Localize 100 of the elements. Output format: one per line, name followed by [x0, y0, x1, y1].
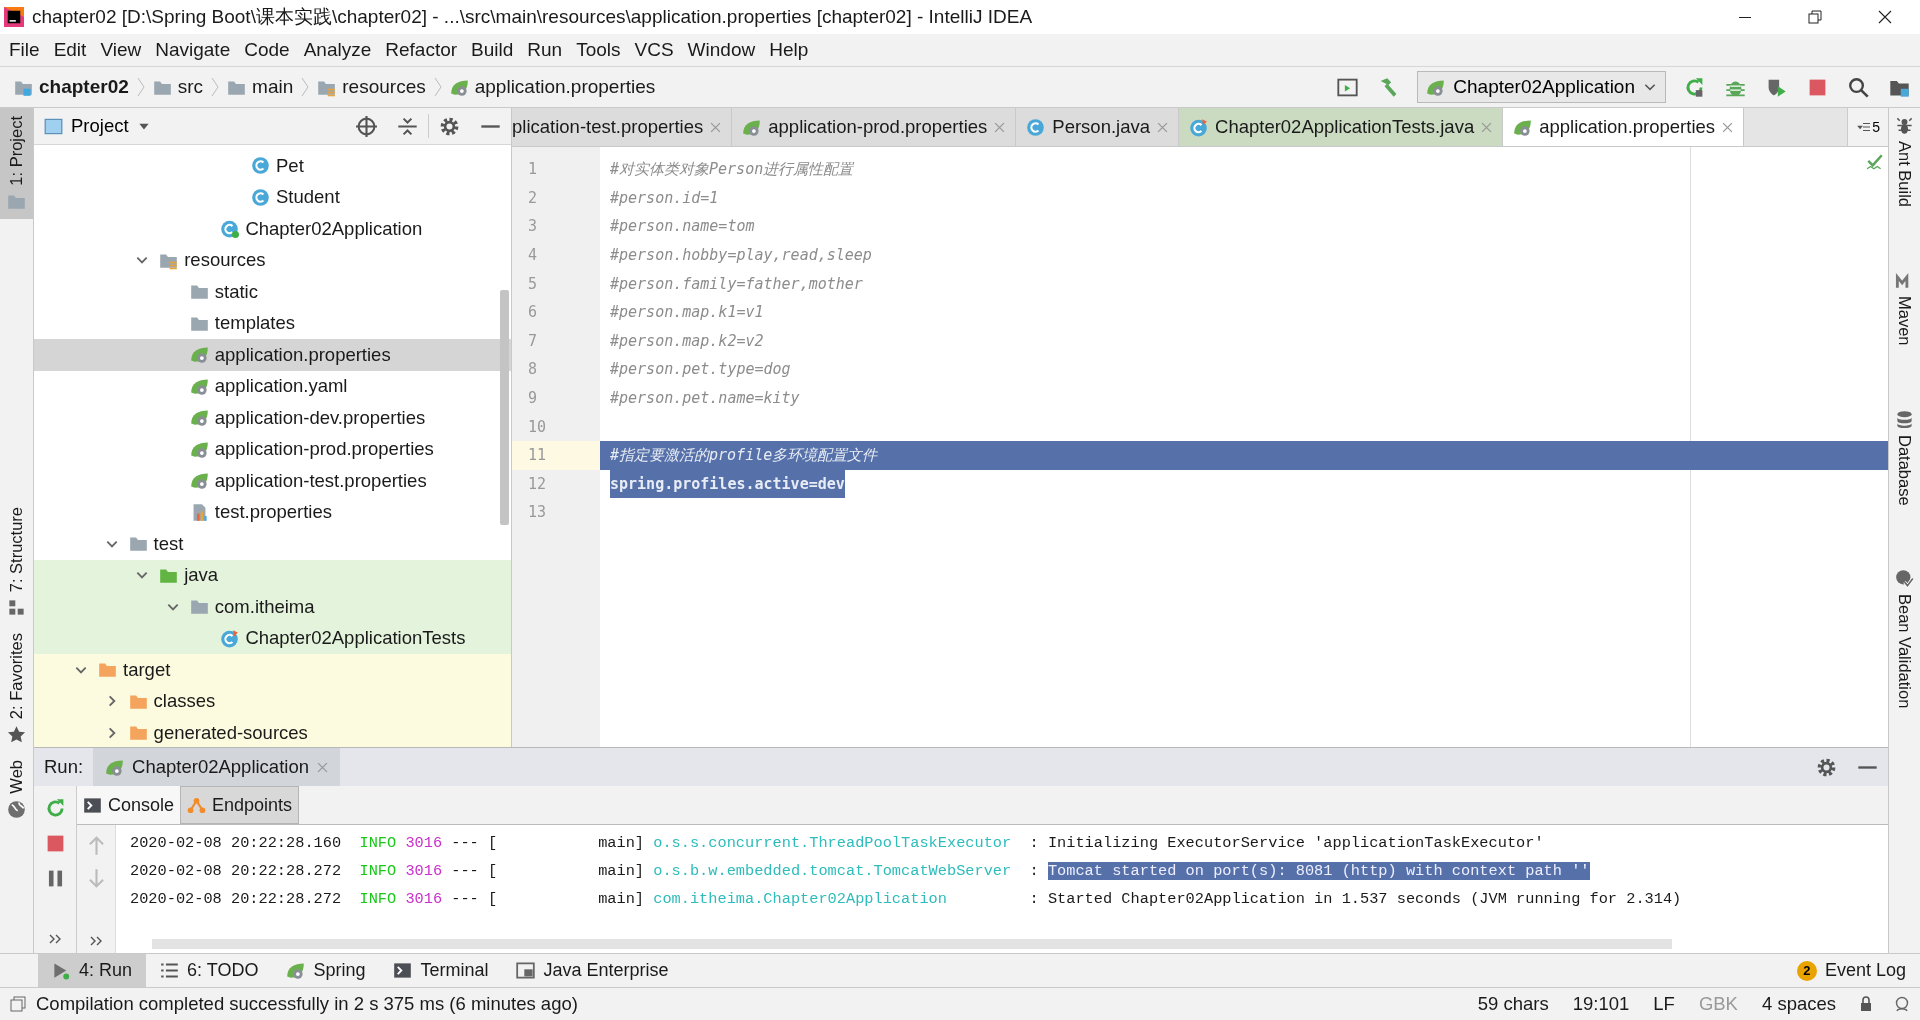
structure-icon: [7, 598, 26, 617]
menu-item[interactable]: View: [95, 39, 151, 61]
tree-item[interactable]: templates: [34, 307, 511, 339]
editor-tab[interactable]: application.properties: [1503, 108, 1745, 146]
project-view-dropdown[interactable]: Project: [34, 115, 161, 137]
tree-item[interactable]: application.yaml: [34, 370, 511, 402]
tool-window-tab[interactable]: 6: TODO: [146, 954, 273, 987]
tool-window-tab[interactable]: 7: Structure: [0, 498, 33, 625]
menu-item[interactable]: Run: [522, 39, 572, 61]
log-process-id: 3016: [405, 890, 443, 908]
breadcrumb[interactable]: resources: [317, 76, 426, 98]
tree-item[interactable]: test: [34, 528, 511, 560]
log-logger: com.itheima.Chapter02Application: [653, 890, 948, 908]
log-process-id: 3016: [405, 862, 443, 880]
run-configuration-dropdown[interactable]: Chapter02Application: [1417, 71, 1666, 103]
class-icon: [251, 187, 270, 207]
tree-item[interactable]: com.itheima: [34, 591, 511, 623]
editor-tab[interactable]: Chapter02ApplicationTests.java: [1179, 108, 1504, 146]
spring-leaf-icon: [189, 471, 209, 491]
console-tab[interactable]: Endpoints: [180, 786, 300, 824]
class-icon: [220, 219, 240, 239]
tool-window-tab[interactable]: Terminal: [379, 954, 503, 987]
run-tab[interactable]: Chapter02Application: [93, 748, 340, 786]
tool-window-tab[interactable]: 4: Run: [38, 954, 147, 987]
menu-item[interactable]: Build: [466, 39, 523, 61]
rerun-icon[interactable]: [44, 798, 66, 819]
tool-window-tab[interactable]: Ant Build: [1889, 108, 1920, 216]
tool-window-tab[interactable]: Bean Validation: [1889, 561, 1920, 717]
menu-item[interactable]: Refactor: [380, 39, 467, 61]
tool-window-tab[interactable]: 1: Project: [0, 108, 33, 219]
breadcrumb[interactable]: application.properties: [449, 76, 656, 98]
tree-item[interactable]: resources: [34, 244, 511, 276]
panel-title: Run:: [43, 756, 85, 778]
menu-item[interactable]: Navigate: [150, 39, 240, 61]
breadcrumb[interactable]: src: [152, 76, 204, 98]
tool-window-tab[interactable]: Maven: [1889, 263, 1920, 354]
tool-window-tab[interactable]: Java Enterprise: [502, 954, 683, 987]
tree-item[interactable]: Chapter02ApplicationTests: [34, 622, 511, 654]
log-timestamp: 2020-02-08 20:22:28.272: [130, 890, 342, 908]
tool-window-tab[interactable]: Web: [0, 752, 33, 827]
editor-tab[interactable]: application-prod.properties: [732, 108, 1017, 146]
tool-window-tab[interactable]: Database: [1889, 401, 1920, 514]
tree-item[interactable]: test.properties: [34, 496, 511, 528]
status-item[interactable]: 59 chars: [1465, 993, 1561, 1015]
menu-item[interactable]: VCS: [629, 39, 683, 61]
collapse-all-icon[interactable]: [397, 115, 418, 137]
settings-icon[interactable]: [1816, 756, 1837, 778]
code-comment: #person.name=tom: [610, 216, 755, 238]
settings-icon[interactable]: [439, 115, 460, 137]
breadcrumb[interactable]: chapter02: [14, 76, 129, 98]
locate-icon[interactable]: [356, 115, 377, 137]
tree-item[interactable]: application-prod.properties: [34, 433, 511, 465]
lock-icon[interactable]: [1858, 996, 1874, 1012]
tree-item[interactable]: application-dev.properties: [34, 402, 511, 434]
status-item[interactable]: 19:101: [1560, 993, 1642, 1015]
log-thread: main]: [597, 890, 645, 908]
spring-leaf-icon: [742, 117, 762, 137]
log-separator: :: [1029, 834, 1039, 852]
window-icon[interactable]: [10, 996, 26, 1012]
tree-item[interactable]: application-test.properties: [34, 465, 511, 497]
scrollbar[interactable]: [152, 939, 1672, 949]
code-comment: #person.family=father,mother: [610, 273, 863, 295]
status-item[interactable]: LF: [1641, 993, 1687, 1015]
tree-item[interactable]: classes: [34, 685, 511, 717]
editor-tab[interactable]: plication-test.properties: [512, 108, 733, 146]
editor-tab[interactable]: Person.java: [1016, 108, 1179, 146]
run-window-icon[interactable]: [1337, 76, 1359, 98]
close-icon[interactable]: [1722, 121, 1734, 133]
menu-item[interactable]: Analyze: [298, 39, 381, 61]
chevron-right-icon: [136, 76, 145, 98]
tree-item[interactable]: java: [34, 559, 511, 591]
tab-list-button[interactable]: 5: [1847, 108, 1888, 146]
event-log-button[interactable]: 2 Event Log: [1782, 954, 1920, 987]
tree-item[interactable]: target: [34, 654, 511, 686]
menu-item[interactable]: Help: [764, 39, 818, 61]
log-separator: :: [1029, 862, 1039, 880]
close-icon: [1877, 9, 1893, 25]
menu-item[interactable]: Code: [239, 39, 299, 61]
tree-item[interactable]: Pet: [34, 150, 511, 182]
console-tab[interactable]: Console: [77, 786, 181, 824]
code-comment: #person.pet.name=kity: [610, 388, 800, 410]
menu-item[interactable]: Window: [682, 39, 765, 61]
tool-window-tab[interactable]: 2: Favorites: [0, 625, 33, 753]
rerun-icon[interactable]: [1684, 76, 1705, 98]
tree-item[interactable]: Student: [34, 181, 511, 213]
search-icon[interactable]: [1848, 76, 1869, 98]
breadcrumb[interactable]: main: [227, 76, 294, 98]
tree-item[interactable]: application.properties: [34, 339, 511, 371]
tool-window-tab[interactable]: Spring: [272, 954, 380, 987]
tree-item[interactable]: static: [34, 276, 511, 308]
log-logger: o.s.s.concurrent.ThreadPoolTaskExecutor: [653, 834, 1013, 852]
menu-item[interactable]: Edit: [48, 39, 96, 61]
scrollbar[interactable]: [500, 290, 509, 525]
status-item[interactable]: 4 spaces: [1749, 993, 1848, 1015]
chevron-right-icon: [301, 76, 310, 98]
log-level: INFO: [359, 834, 397, 852]
tree-item[interactable]: Chapter02Application: [34, 213, 511, 245]
menu-item[interactable]: File: [4, 39, 49, 61]
menu-item[interactable]: Tools: [571, 39, 630, 61]
tree-item[interactable]: generated-sources: [34, 717, 511, 747]
